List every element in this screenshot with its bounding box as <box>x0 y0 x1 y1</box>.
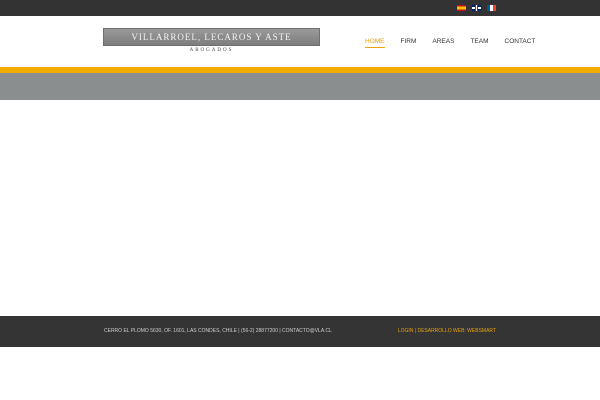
site-logo[interactable]: VILLARROEL, LECAROS Y ASTE <box>103 28 320 46</box>
site-footer: CERRO EL PLOMO 5630, OF. 1601, LAS CONDE… <box>0 316 600 347</box>
nav-item-areas[interactable]: AREAS <box>432 38 454 48</box>
language-switcher <box>457 5 496 11</box>
footer-links: LOGIN | DESARROLLO WEB: WEBSMART <box>398 328 496 334</box>
logo-subtitle: ABOGADOS <box>189 48 234 53</box>
flag-es-icon[interactable] <box>457 5 466 11</box>
developer-credit-link[interactable]: DESARROLLO WEB: WEBSMART <box>417 328 496 334</box>
nav-item-firm[interactable]: FIRM <box>401 38 417 48</box>
top-bar <box>0 0 600 16</box>
nav-item-contact[interactable]: CONTACT <box>505 38 536 48</box>
footer-contact-info: CERRO EL PLOMO 5630, OF. 1601, LAS CONDE… <box>104 328 332 334</box>
page-title-band <box>0 73 600 100</box>
main-nav: HOME FIRM AREAS TEAM CONTACT <box>365 38 535 48</box>
flag-fr-icon[interactable] <box>487 5 496 11</box>
footer-separator: | <box>414 328 417 334</box>
logo-name: VILLARROEL, LECAROS Y ASTE <box>131 32 292 42</box>
nav-item-team[interactable]: TEAM <box>470 38 488 48</box>
login-link[interactable]: LOGIN <box>398 328 414 334</box>
flag-uk-icon[interactable] <box>472 5 481 11</box>
nav-item-home[interactable]: HOME <box>365 38 385 48</box>
